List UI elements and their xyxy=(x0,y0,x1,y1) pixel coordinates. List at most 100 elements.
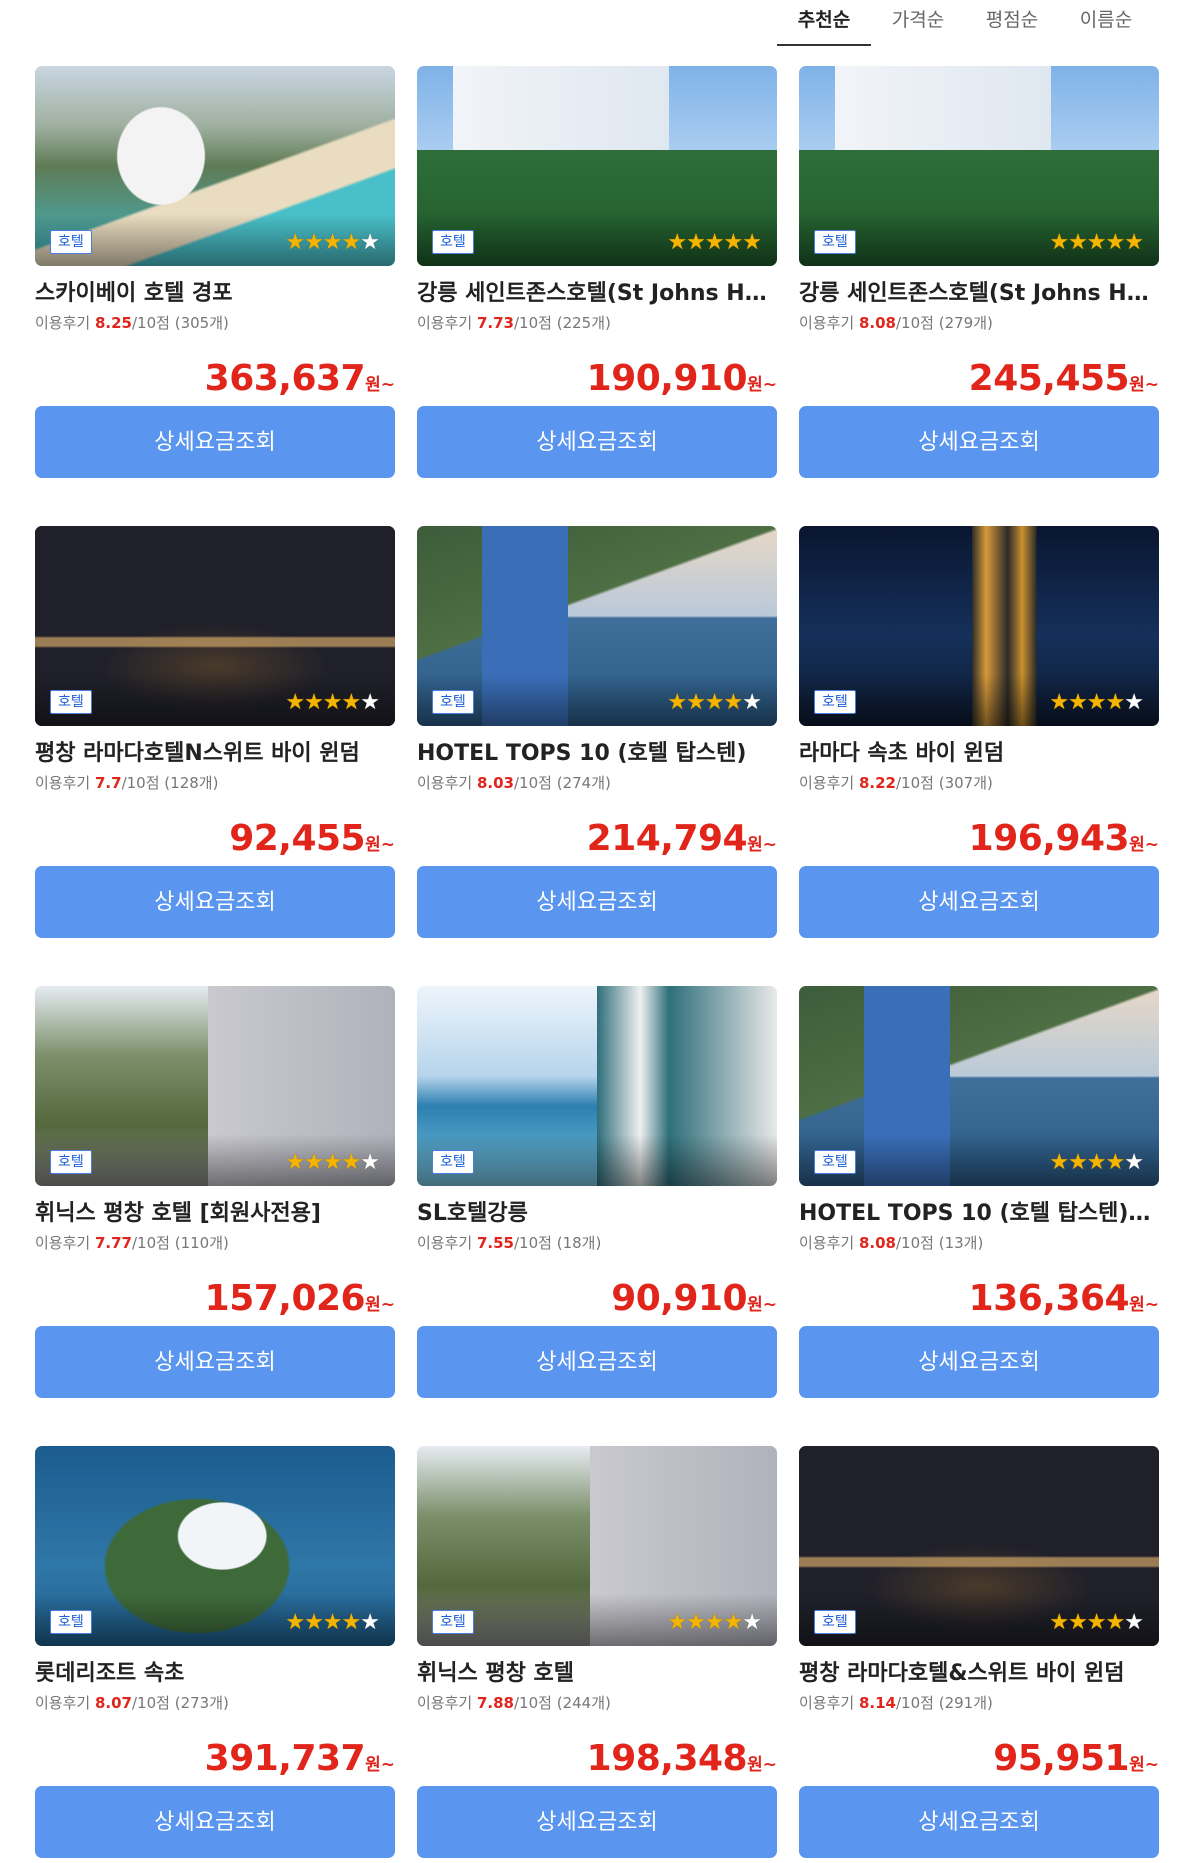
star-filled-icon: ★ xyxy=(1086,230,1107,255)
rate-detail-button[interactable]: 상세요금조회 xyxy=(417,1786,777,1858)
hotel-thumbnail[interactable]: 호텔 ★★★★★ xyxy=(799,986,1159,1186)
hotel-name[interactable]: 휘닉스 평창 호텔 [회원사전용] xyxy=(35,1200,395,1228)
review-score: 7.77 xyxy=(94,1234,132,1252)
star-empty-icon: ★ xyxy=(360,230,380,255)
star-rating: ★★★★★ xyxy=(1049,1152,1144,1174)
category-badge: 호텔 xyxy=(50,230,92,254)
hotel-price: 196,943 xyxy=(968,818,1130,859)
hotel-price: 214,794 xyxy=(586,818,748,859)
hotel-thumbnail[interactable]: 호텔 ★★★★★ xyxy=(799,526,1159,726)
rate-detail-button[interactable]: 상세요금조회 xyxy=(799,406,1159,478)
review-score-suffix: /10점 xyxy=(132,1234,170,1252)
review-label: 이용후기 xyxy=(799,314,855,332)
review-score: 8.22 xyxy=(858,774,896,792)
category-badge: 호텔 xyxy=(814,1150,856,1174)
hotel-price: 95,951 xyxy=(993,1738,1130,1779)
review-score-suffix: /10점 xyxy=(132,314,170,332)
hotel-name[interactable]: 강릉 세인트존스호텔(St Johns Hotel) xyxy=(799,280,1159,308)
review-summary: 이용후기 7.77/10점 (110개) xyxy=(35,1232,395,1254)
hotel-name[interactable]: 휘닉스 평창 호텔 xyxy=(417,1660,777,1688)
sort-tab-rating[interactable]: 평점순 xyxy=(965,0,1059,46)
review-summary: 이용후기 7.55/10점 (18개) xyxy=(417,1232,777,1254)
star-filled-icon: ★ xyxy=(341,230,362,255)
hotel-card: 호텔 ★★★★★ 평창 라마다호텔&스위트 바이 윈덤 이용후기 8.14/10점 (… xyxy=(799,1446,1159,1863)
star-rating: ★★★★★ xyxy=(667,1612,762,1634)
hotel-thumbnail[interactable]: 호텔 ★★★★★ xyxy=(35,986,395,1186)
hotel-thumbnail[interactable]: 호텔 ★★★★★ xyxy=(417,1446,777,1646)
rate-detail-button[interactable]: 상세요금조회 xyxy=(35,1786,395,1858)
price-row: 92,455원~ xyxy=(35,816,395,862)
hotel-card: 호텔 ★★★★★ 휘닉스 평창 호텔 이용후기 7.88/10점 (244개) 198,… xyxy=(417,1446,777,1863)
star-empty-icon: ★ xyxy=(1124,690,1144,715)
hotel-name[interactable]: HOTEL TOPS 10 (호텔 탑스텐) xyxy=(417,740,777,768)
star-filled-icon: ★ xyxy=(285,230,305,255)
review-count: (18개) xyxy=(556,1234,602,1252)
star-rating: ★★★★★ xyxy=(285,230,380,255)
rate-detail-button[interactable]: 상세요금조회 xyxy=(35,1326,395,1398)
hotel-name[interactable]: 강릉 세인트존스호텔(St Johns Hotel) xyxy=(417,280,777,308)
hotel-card: 호텔 ★★★★★ 스카이베이 호텔 경포 이용후기 8.25/10점 (305개) 36… xyxy=(35,66,395,488)
hotel-card: 호텔 ★★★★★ 라마다 속초 바이 윈덤 이용후기 8.22/10점 (307개) 1… xyxy=(799,526,1159,948)
review-score: 8.07 xyxy=(94,1694,132,1712)
hotel-name[interactable]: HOTEL TOPS 10 (호텔 탑스텐)(회원사전용) xyxy=(799,1200,1159,1228)
review-score-suffix: /10점 xyxy=(514,314,552,332)
star-filled-icon: ★ xyxy=(341,1610,362,1635)
hotel-thumbnail[interactable]: 호텔 xyxy=(417,986,777,1186)
currency-label: 원~ xyxy=(365,375,395,395)
rate-detail-button[interactable]: 상세요금조회 xyxy=(799,1786,1159,1858)
hotel-thumbnail[interactable]: 호텔 ★★★★★ xyxy=(799,66,1159,266)
review-summary: 이용후기 8.07/10점 (273개) xyxy=(35,1692,395,1714)
hotel-price: 136,364 xyxy=(968,1278,1130,1319)
hotel-name[interactable]: 평창 라마다호텔&스위트 바이 윈덤 xyxy=(799,1660,1159,1688)
hotel-thumbnail[interactable]: 호텔 ★★★★★ xyxy=(35,66,395,266)
star-filled-icon: ★ xyxy=(667,690,687,715)
review-label: 이용후기 xyxy=(799,1234,855,1252)
review-summary: 이용후기 8.22/10점 (307개) xyxy=(799,772,1159,794)
star-filled-icon: ★ xyxy=(1049,690,1069,715)
hotel-thumbnail[interactable]: 호텔 ★★★★★ xyxy=(417,66,777,266)
sort-tab-recommended[interactable]: 추천순 xyxy=(777,0,871,46)
hotel-card: 호텔 SL호텔강릉 이용후기 7.55/10점 (18개) 90,910원~ 상세요금조… xyxy=(417,986,777,1408)
sort-tabs: 추천순 가격순 평점순 이름순 xyxy=(777,0,1153,46)
hotel-name[interactable]: 롯데리조트 속초 xyxy=(35,1660,395,1688)
star-empty-icon: ★ xyxy=(360,1150,380,1175)
star-filled-icon: ★ xyxy=(341,1150,362,1175)
rate-detail-button[interactable]: 상세요금조회 xyxy=(35,406,395,478)
rate-detail-button[interactable]: 상세요금조회 xyxy=(417,1326,777,1398)
hotel-price: 157,026 xyxy=(204,1278,366,1319)
hotel-thumbnail[interactable]: 호텔 ★★★★★ xyxy=(35,1446,395,1646)
rate-detail-button[interactable]: 상세요금조회 xyxy=(35,866,395,938)
star-filled-icon: ★ xyxy=(341,690,362,715)
category-badge: 호텔 xyxy=(432,690,474,714)
hotel-name[interactable]: 스카이베이 호텔 경포 xyxy=(35,280,395,308)
price-row: 157,026원~ xyxy=(35,1276,395,1322)
star-filled-icon: ★ xyxy=(704,690,725,715)
currency-label: 원~ xyxy=(1129,1295,1159,1315)
hotel-thumbnail[interactable]: 호텔 ★★★★★ xyxy=(35,526,395,726)
hotel-price: 92,455 xyxy=(229,818,366,859)
hotel-price: 90,910 xyxy=(611,1278,748,1319)
star-rating: ★★★★★ xyxy=(1049,1610,1144,1635)
hotel-card: 호텔 ★★★★★ 강릉 세인트존스호텔(St Johns Hotel) 이용후기 7.… xyxy=(417,66,777,488)
sort-tab-price[interactable]: 가격순 xyxy=(871,0,965,46)
hotel-card: 호텔 ★★★★★ 강릉 세인트존스호텔(St Johns Hotel) 이용후기 8.… xyxy=(799,66,1159,488)
star-filled-icon: ★ xyxy=(285,1150,305,1175)
currency-label: 원~ xyxy=(747,1755,777,1775)
rate-detail-button[interactable]: 상세요금조회 xyxy=(799,1326,1159,1398)
review-summary: 이용후기 8.03/10점 (274개) xyxy=(417,772,777,794)
star-filled-icon: ★ xyxy=(1049,1610,1069,1635)
hotel-name[interactable]: 평창 라마다호텔N스위트 바이 윈덤 xyxy=(35,740,395,768)
hotel-name[interactable]: SL호텔강릉 xyxy=(417,1200,777,1228)
sort-tab-name[interactable]: 이름순 xyxy=(1059,0,1153,46)
hotel-thumbnail[interactable]: 호텔 ★★★★★ xyxy=(417,526,777,726)
rate-detail-button[interactable]: 상세요금조회 xyxy=(417,406,777,478)
hotel-thumbnail[interactable]: 호텔 ★★★★★ xyxy=(799,1446,1159,1646)
star-empty-icon: ★ xyxy=(1124,1610,1144,1635)
star-filled-icon: ★ xyxy=(1049,230,1069,255)
rate-detail-button[interactable]: 상세요금조회 xyxy=(417,866,777,938)
star-filled-icon: ★ xyxy=(1068,1610,1088,1635)
hotel-name[interactable]: 라마다 속초 바이 윈덤 xyxy=(799,740,1159,768)
review-count: (279개) xyxy=(938,314,993,332)
review-score: 8.08 xyxy=(858,1234,896,1252)
rate-detail-button[interactable]: 상세요금조회 xyxy=(799,866,1159,938)
